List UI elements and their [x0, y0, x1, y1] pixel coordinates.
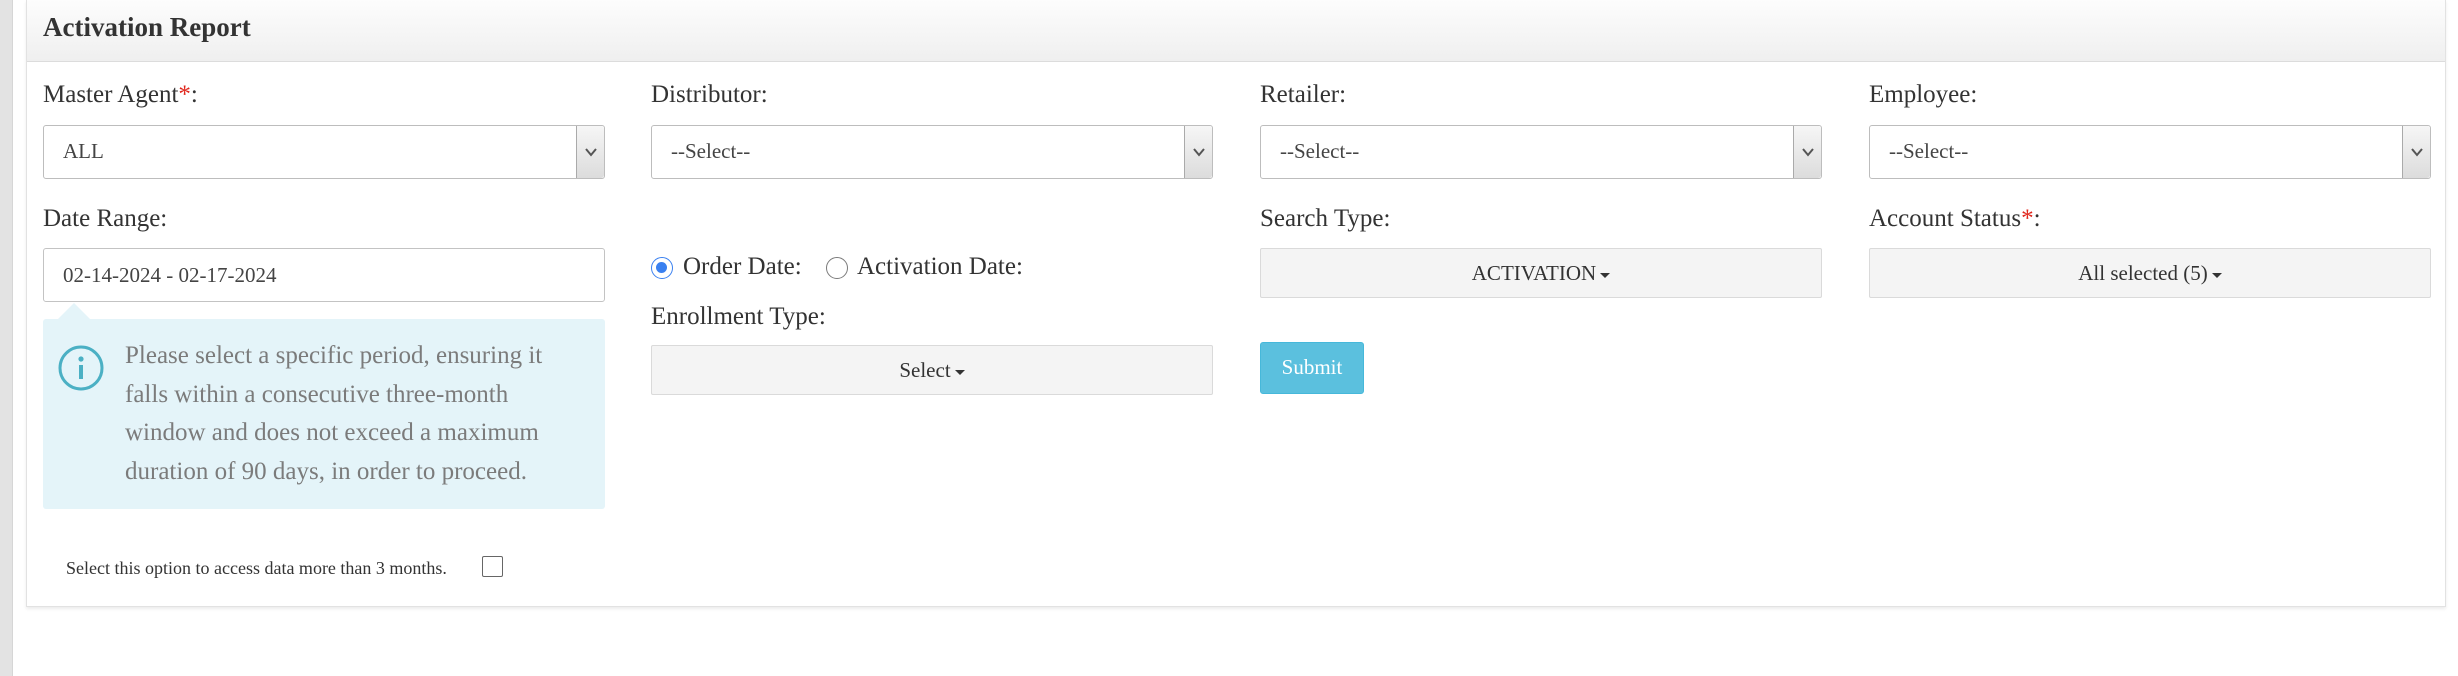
activation-date-radio[interactable]: [826, 257, 848, 279]
chevron-down-icon[interactable]: [1793, 126, 1821, 178]
account-status-value: All selected (5): [2078, 261, 2208, 285]
account-status-label: Account Status*:: [1869, 205, 2041, 232]
master-agent-value: ALL: [63, 139, 104, 163]
date-range-input[interactable]: 02-14-2024 - 02-17-2024: [43, 248, 605, 302]
extended-range-label: Select this option to access data more t…: [66, 558, 447, 578]
info-icon: [58, 345, 104, 391]
panel-header: Activation Report: [27, 0, 2445, 62]
required-asterisk: *: [2021, 205, 2034, 232]
caret-down-icon: [954, 369, 965, 375]
info-message: Please select a specific period, ensurin…: [125, 342, 543, 485]
chevron-down-icon[interactable]: [2402, 126, 2430, 178]
account-status-dropdown[interactable]: All selected (5): [1869, 248, 2431, 298]
page-title: Activation Report: [43, 12, 251, 42]
left-edge-strip: [0, 0, 13, 676]
info-pointer: [57, 303, 91, 320]
employee-value: --Select--: [1889, 139, 1969, 163]
date-range-info-alert: Please select a specific period, ensurin…: [43, 319, 605, 509]
search-type-label: Search Type:: [1260, 205, 1391, 232]
enrollment-type-value: Select: [899, 358, 951, 382]
enrollment-type-dropdown[interactable]: Select: [651, 345, 1213, 395]
caret-down-icon: [1600, 272, 1611, 278]
enrollment-type-label: Enrollment Type:: [651, 303, 826, 330]
chevron-down-icon[interactable]: [1184, 126, 1212, 178]
distributor-value: --Select--: [671, 139, 751, 163]
retailer-label: Retailer:: [1260, 81, 1347, 108]
date-range-value: 02-14-2024 - 02-17-2024: [63, 263, 277, 287]
retailer-value: --Select--: [1280, 139, 1360, 163]
chevron-down-icon[interactable]: [576, 126, 604, 178]
required-asterisk: *: [178, 81, 191, 108]
date-range-label: Date Range:: [43, 205, 168, 232]
distributor-select[interactable]: --Select--: [651, 125, 1213, 179]
employee-label: Employee:: [1869, 81, 1978, 108]
order-date-radio[interactable]: [651, 257, 673, 279]
search-type-value: ACTIVATION: [1471, 261, 1597, 285]
caret-down-icon: [2211, 272, 2222, 278]
master-agent-select[interactable]: ALL: [43, 125, 605, 179]
extended-range-checkbox[interactable]: [482, 556, 503, 577]
employee-select[interactable]: --Select--: [1869, 125, 2431, 179]
activation-report-panel: Activation Report: [26, 0, 2446, 607]
retailer-select[interactable]: --Select--: [1260, 125, 1822, 179]
search-type-dropdown[interactable]: ACTIVATION: [1260, 248, 1822, 298]
distributor-label: Distributor:: [651, 81, 768, 108]
activation-date-label: Activation Date:: [857, 253, 1023, 280]
submit-button[interactable]: Submit: [1260, 342, 1364, 394]
master-agent-label: Master Agent*:: [43, 81, 198, 108]
order-date-label: Order Date:: [683, 253, 802, 280]
